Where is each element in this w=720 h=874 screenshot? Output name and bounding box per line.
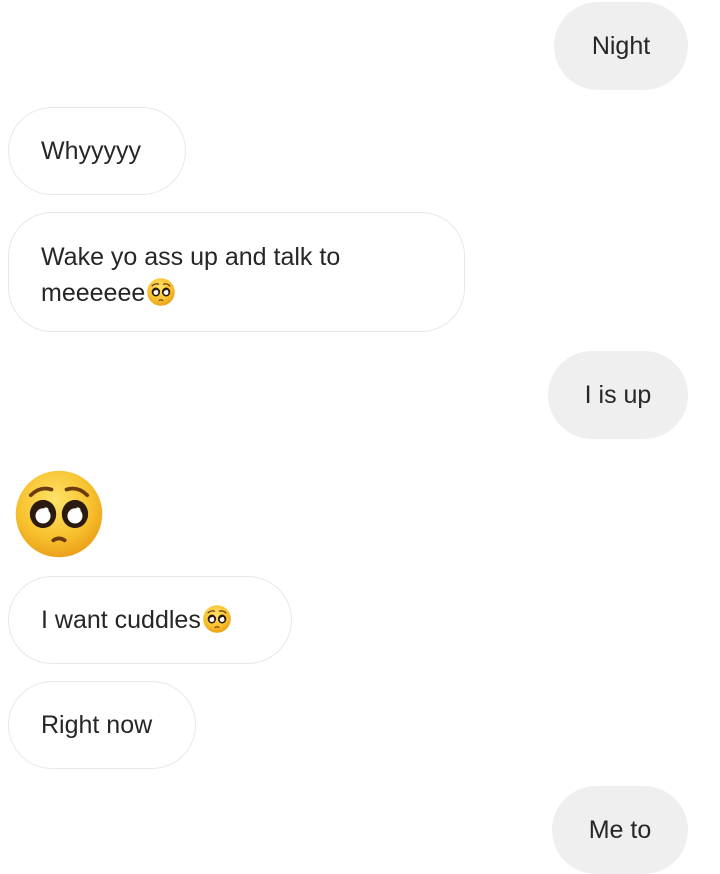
pleading-face-icon — [146, 277, 176, 307]
message-text: Me to — [588, 816, 652, 844]
message-thread: Night Whyyyyy Wake yo ass up and talk to… — [0, 0, 720, 874]
message-received[interactable]: Right now — [8, 681, 196, 769]
pleading-face-icon[interactable] — [12, 467, 106, 561]
message-text: Right now — [41, 711, 153, 739]
pleading-face-icon — [202, 604, 232, 634]
message-sent[interactable]: I is up — [548, 351, 688, 439]
message-text: Whyyyyy — [41, 137, 141, 165]
message-received[interactable]: I want cuddles — [8, 576, 292, 664]
message-text: I is up — [584, 381, 652, 409]
message-received[interactable]: Wake yo ass up and talk to meeeeee — [8, 212, 465, 332]
message-text: Night — [591, 32, 651, 60]
message-received[interactable]: Whyyyyy — [8, 107, 186, 195]
message-text: Wake yo ass up and talk to meeeeee — [41, 243, 348, 307]
message-sent[interactable]: Me to — [552, 786, 688, 874]
message-text: I want cuddles — [41, 602, 232, 638]
message-sent[interactable]: Night — [554, 2, 688, 90]
